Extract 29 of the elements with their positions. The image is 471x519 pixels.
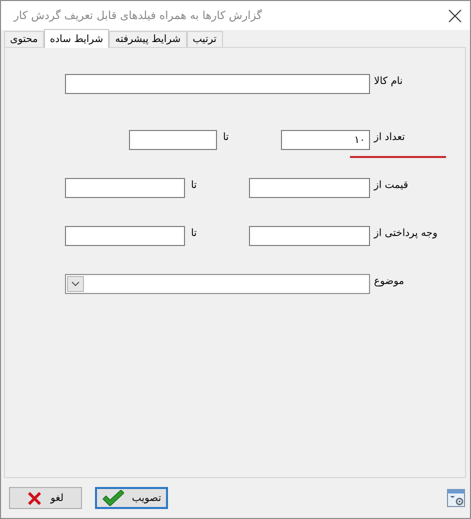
tab[interactable]: محتوی [4, 31, 44, 47]
dropdown-button[interactable] [67, 276, 84, 292]
to-label: تا [191, 180, 197, 190]
field-label: نام کالا [374, 76, 403, 86]
to-field[interactable] [65, 178, 185, 198]
text-field[interactable] [65, 74, 370, 94]
field-label: وجه پرداختی از [374, 228, 438, 238]
to-label: تا [191, 228, 197, 238]
tab[interactable]: شرایط پیشرفته [109, 31, 187, 47]
field-label: تعداد از [374, 132, 405, 142]
to-label: تا [223, 132, 229, 142]
chevron-down-icon [71, 281, 80, 287]
tab[interactable]: شرایط ساده [44, 29, 110, 48]
window-title: گزارش کارها به همراه فیلدهای قابل تعریف گردش کار [14, 9, 262, 22]
from-field[interactable] [249, 226, 370, 246]
window-settings-icon[interactable] [447, 489, 465, 507]
field-label: قیمت از [374, 180, 408, 190]
from-field[interactable]: ۱۰ [281, 130, 370, 150]
checkmark-icon [102, 490, 124, 506]
cancel-button[interactable]: لغو [9, 487, 82, 509]
x-icon [27, 490, 42, 506]
from-field[interactable] [249, 178, 370, 198]
to-field[interactable] [65, 226, 185, 246]
field-label: موضوع [374, 276, 404, 286]
to-field[interactable] [129, 130, 217, 150]
close-icon[interactable] [448, 8, 462, 22]
tab[interactable]: ترتیب [186, 31, 223, 47]
combo-box[interactable] [65, 274, 370, 294]
ok-button[interactable]: تصویب [95, 487, 168, 509]
